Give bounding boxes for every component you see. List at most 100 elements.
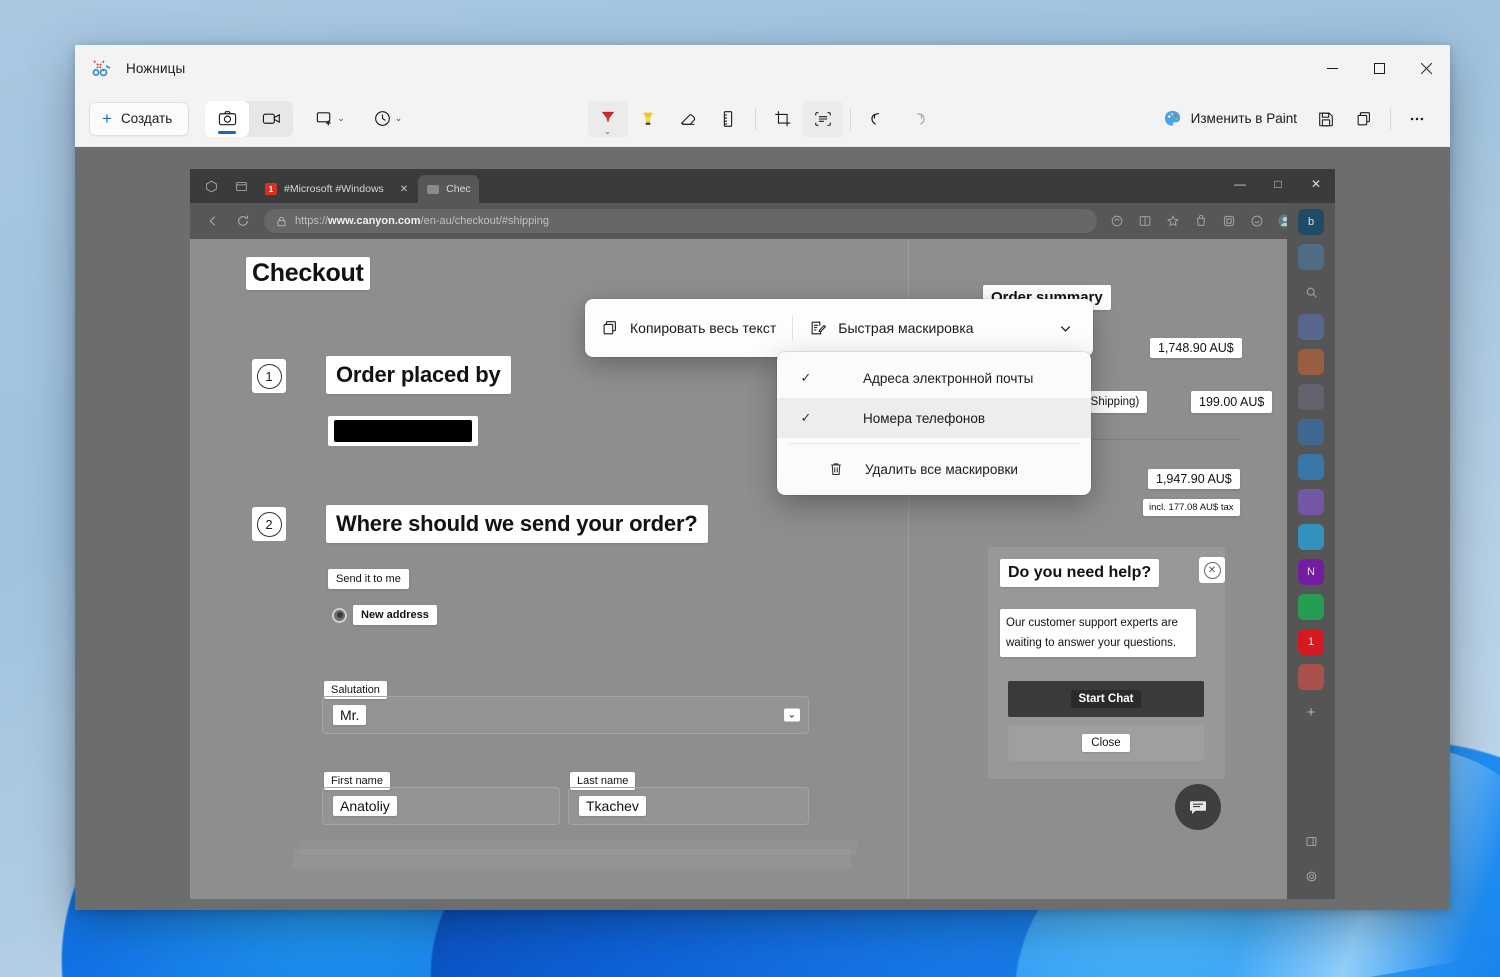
snip-canvas: 1 #Microsoft #Windows ✕ Chec — □ ✕ https… xyxy=(75,147,1450,910)
eraser-icon[interactable] xyxy=(668,101,708,137)
tab-label: #Microsoft #Windows xyxy=(284,183,384,195)
chevron-down-icon: ⌄ xyxy=(394,113,403,123)
check-icon: ✓ xyxy=(800,370,812,385)
site-info-icon[interactable] xyxy=(276,216,287,227)
ellipsis-icon[interactable] xyxy=(1398,101,1436,137)
chat-fab-button[interactable] xyxy=(1175,784,1221,830)
office-red-icon[interactable]: 1 xyxy=(1298,629,1324,655)
video-camera-icon xyxy=(262,109,281,128)
quick-redact-button[interactable]: Быстрая маскировка xyxy=(793,299,989,357)
settings-gear-icon[interactable] xyxy=(1298,863,1324,889)
highlighter-icon[interactable] xyxy=(628,101,668,137)
collections-icon[interactable] xyxy=(1103,206,1131,236)
help-card-title: Do you need help? xyxy=(1000,559,1160,587)
snip-shape-dropdown[interactable]: ⌄ xyxy=(309,101,351,137)
page-scroll-strip[interactable] xyxy=(300,839,857,855)
office-icon[interactable] xyxy=(1298,454,1324,480)
skype-icon[interactable] xyxy=(1298,524,1324,550)
shopping-icon[interactable] xyxy=(1187,206,1215,236)
browser-sidebar: b N 1 + xyxy=(1287,203,1335,899)
chat-bubble-icon xyxy=(1188,797,1208,817)
browser-maximize-button[interactable]: □ xyxy=(1259,169,1297,199)
undo-icon[interactable] xyxy=(858,101,898,137)
radio-button-selected[interactable] xyxy=(332,607,347,623)
text-actions-icon[interactable] xyxy=(802,100,843,137)
help-card-body: Our customer support experts are waiting… xyxy=(1000,609,1196,658)
tab-preview-icon[interactable] xyxy=(226,169,256,203)
chevron-down-icon[interactable] xyxy=(1058,299,1093,357)
chevron-down-icon[interactable]: ⌄ xyxy=(783,708,800,722)
shopping-bag-icon[interactable] xyxy=(1298,314,1324,340)
browser-close-button[interactable]: ✕ xyxy=(1297,169,1335,199)
menu-separator xyxy=(789,443,1079,444)
maximize-button[interactable] xyxy=(1356,45,1403,91)
last-name-input[interactable]: Tkachev xyxy=(568,787,809,825)
outlook-icon[interactable] xyxy=(1298,419,1324,445)
refresh-button[interactable] xyxy=(228,206,258,236)
app-title: Ножницы xyxy=(126,60,186,76)
close-circle-icon[interactable]: ✕ xyxy=(1199,557,1225,583)
close-button[interactable] xyxy=(1403,45,1450,91)
favorites-icon[interactable] xyxy=(1159,206,1187,236)
last-name-value: Tkachev xyxy=(579,796,646,816)
tab-label: Chec xyxy=(446,183,471,195)
summary-row-amount: 1,748.90 AU$ xyxy=(1150,338,1242,358)
copy-all-text-label: Копировать весь текст xyxy=(630,320,777,336)
bing-copilot-icon[interactable]: b xyxy=(1298,209,1324,235)
url-bar[interactable]: https://www.canyon.com/en-au/checkout/#s… xyxy=(264,209,1097,233)
ruler-icon[interactable] xyxy=(708,101,748,137)
minimize-button[interactable] xyxy=(1309,45,1356,91)
page-title: Checkout xyxy=(246,257,370,290)
crop-icon[interactable] xyxy=(763,101,803,137)
window-controls xyxy=(1309,45,1450,91)
phone-link-icon[interactable] xyxy=(1298,664,1324,690)
onenote-icon[interactable]: N xyxy=(1298,559,1324,585)
help-card: Do you need help? ✕ Our customer support… xyxy=(988,547,1225,779)
browser-tab-strip: 1 #Microsoft #Windows ✕ Chec — □ ✕ xyxy=(190,169,1335,203)
search-icon[interactable] xyxy=(1298,279,1324,305)
designer-icon[interactable] xyxy=(1298,489,1324,515)
new-snip-button[interactable]: + Создать xyxy=(89,101,190,136)
menu-item-phone-numbers[interactable]: ✓ Номера телефонов xyxy=(777,398,1091,438)
split-screen-icon[interactable] xyxy=(1131,206,1159,236)
sidebar-customize-icon[interactable] xyxy=(1298,828,1324,854)
back-button[interactable] xyxy=(198,206,228,236)
extensions-icon[interactable] xyxy=(1215,206,1243,236)
camera-icon xyxy=(218,109,237,128)
tab-search-icon[interactable] xyxy=(196,169,226,203)
check-icon: ✓ xyxy=(800,410,812,425)
right-separator xyxy=(1390,107,1391,130)
start-chat-button[interactable]: Start Chat xyxy=(1008,681,1204,717)
summary-row-amount: 199.00 AU$ xyxy=(1191,391,1273,413)
edge-drop-icon[interactable] xyxy=(1298,244,1324,270)
games-icon[interactable] xyxy=(1298,384,1324,410)
copy-all-text-button[interactable]: Копировать весь текст xyxy=(585,299,792,357)
tab-close-icon[interactable]: ✕ xyxy=(400,184,408,195)
copy-icon[interactable] xyxy=(1345,101,1383,137)
new-address-radio-row[interactable]: New address xyxy=(332,605,437,625)
save-icon[interactable] xyxy=(1307,101,1345,137)
title-bar: Ножницы xyxy=(75,45,1450,91)
menu-item-remove-all-redactions[interactable]: Удалить все маскировки xyxy=(777,449,1091,489)
first-name-input[interactable]: Anatoliy xyxy=(322,787,560,825)
snip-mode-button[interactable] xyxy=(205,100,250,137)
send-it-to-me-tab[interactable]: Send it to me xyxy=(328,569,409,589)
tools-icon[interactable] xyxy=(1298,349,1324,375)
copilot-icon[interactable] xyxy=(1243,206,1271,236)
close-button[interactable]: Close xyxy=(1008,725,1204,761)
menu-item-email-addresses[interactable]: ✓ Адреса электронной почты xyxy=(777,358,1091,398)
browser-tab[interactable]: Chec xyxy=(418,175,479,203)
salutation-select[interactable]: Mr. ⌄ xyxy=(322,696,809,734)
whatsapp-icon[interactable] xyxy=(1298,594,1324,620)
record-mode-button[interactable] xyxy=(249,101,293,137)
chevron-down-icon: ⌄ xyxy=(604,126,611,136)
add-icon[interactable]: + xyxy=(1298,699,1324,725)
start-chat-label: Start Chat xyxy=(1070,690,1142,708)
redo-icon[interactable] xyxy=(898,101,938,137)
ballpoint-pen-icon[interactable]: ⌄ xyxy=(587,100,628,137)
snip-delay-dropdown[interactable]: ⌄ xyxy=(367,101,409,137)
edit-in-paint-button[interactable]: Изменить в Paint xyxy=(1153,102,1307,136)
browser-tab[interactable]: 1 #Microsoft #Windows xyxy=(256,175,392,203)
browser-minimize-button[interactable]: — xyxy=(1221,169,1259,199)
generic-page-icon xyxy=(427,184,440,194)
